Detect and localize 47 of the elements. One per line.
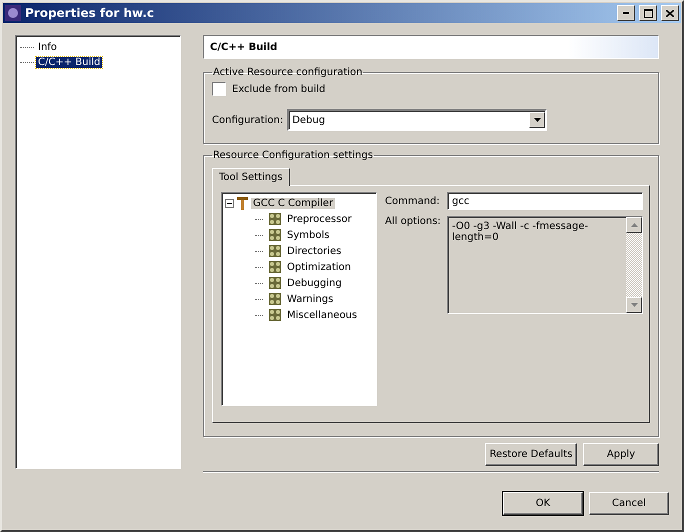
configuration-dropdown[interactable]: Debug xyxy=(287,109,548,131)
options-field[interactable]: -O0 -g3 -Wall -c -fmessage-length=0 xyxy=(447,216,643,314)
tree-item[interactable]: Warnings xyxy=(285,294,336,304)
maximize-button[interactable] xyxy=(639,5,657,21)
grid-icon xyxy=(269,213,281,225)
grid-icon xyxy=(269,309,281,321)
hammer-icon xyxy=(237,197,248,210)
group-title: Resource Configuration settings xyxy=(212,150,374,161)
grid-icon xyxy=(269,261,281,273)
cancel-button[interactable]: Cancel xyxy=(589,492,669,515)
tree-item[interactable]: Symbols xyxy=(285,230,332,240)
minimize-button[interactable] xyxy=(617,5,635,21)
tree-item[interactable]: Debugging xyxy=(285,278,344,288)
tree-item[interactable]: C/C++ Build xyxy=(36,57,102,68)
exclude-checkbox[interactable] xyxy=(212,82,226,96)
configuration-label: Configuration: xyxy=(212,114,284,126)
tree-item[interactable]: Optimization xyxy=(285,262,353,272)
grid-icon xyxy=(269,277,281,289)
window-title: Properties for hw.c xyxy=(25,6,156,20)
maximize-icon xyxy=(644,8,652,18)
grid-icon xyxy=(269,245,281,257)
scrollbar[interactable] xyxy=(626,217,642,313)
options-label: All options: xyxy=(385,216,442,227)
close-icon xyxy=(666,10,674,16)
checkbox-label: Exclude from build xyxy=(232,84,326,94)
grid-icon xyxy=(269,229,281,241)
tree-item[interactable]: Directories xyxy=(285,246,344,256)
tree-item[interactable]: Info xyxy=(36,42,59,53)
page-header: C/C++ Build xyxy=(203,35,659,59)
grid-icon xyxy=(269,293,281,305)
app-icon xyxy=(5,5,21,21)
down-arrow-icon xyxy=(534,118,541,122)
minimize-icon xyxy=(623,12,629,14)
tree-item[interactable]: GCC C Compiler xyxy=(251,198,336,209)
command-field[interactable]: gcc xyxy=(447,192,643,210)
tree-item[interactable]: Preprocessor xyxy=(285,214,354,224)
tab[interactable]: Tool Settings xyxy=(212,168,290,186)
collapse-icon[interactable] xyxy=(225,199,234,208)
close-button[interactable] xyxy=(661,5,679,21)
up-arrow-icon xyxy=(630,223,638,227)
down-arrow-icon xyxy=(630,303,638,307)
apply-button[interactable]: Apply xyxy=(583,443,659,466)
command-label: Command: xyxy=(385,196,441,206)
restore-defaults-button[interactable]: Restore Defaults xyxy=(485,443,577,466)
ok-button[interactable]: OK xyxy=(503,492,583,515)
group-title: Active Resource configuration xyxy=(212,67,364,78)
tree-item[interactable]: Miscellaneous xyxy=(285,310,360,320)
